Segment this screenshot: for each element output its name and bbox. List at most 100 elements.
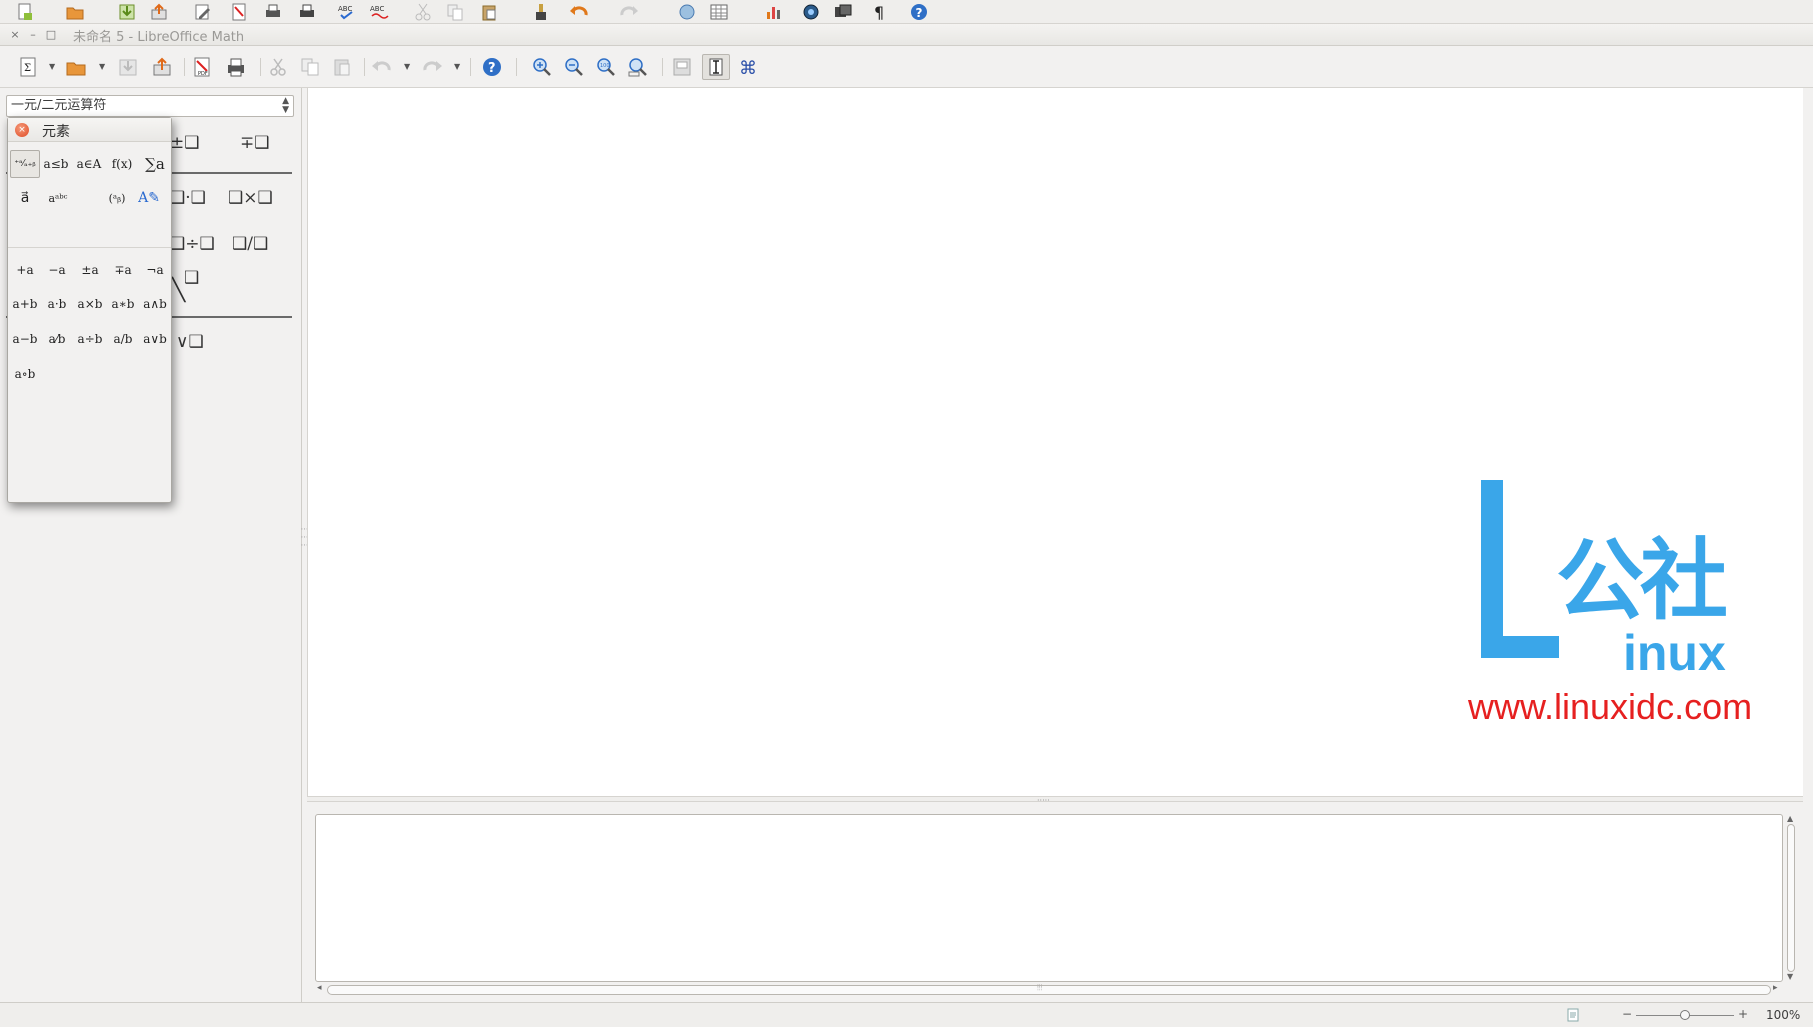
zoom-slider-thumb[interactable] — [1680, 1010, 1690, 1020]
help-icon[interactable]: ? — [906, 0, 932, 23]
print-icon[interactable] — [222, 54, 250, 80]
zoom-out-icon[interactable] — [560, 54, 588, 80]
horizontal-scroll-track[interactable] — [327, 985, 1771, 995]
operator-backslash[interactable]: ╲ — [172, 278, 185, 303]
category-select[interactable]: 一元/二元运算符 ▲ ▼ — [6, 95, 294, 117]
zoom-in-icon[interactable] — [528, 54, 556, 80]
redo-icon[interactable] — [418, 54, 446, 80]
minimize-window-button[interactable]: – — [26, 28, 40, 42]
spellcheck-icon[interactable]: ABC — [334, 0, 360, 23]
category-formats[interactable]: A✎ — [134, 184, 164, 212]
gallery-icon[interactable] — [830, 0, 856, 23]
category-others[interactable]: aᵃᵇᶜ — [43, 184, 73, 212]
save-icon[interactable] — [114, 0, 140, 23]
help-icon[interactable]: ? — [478, 54, 506, 80]
open-folder-icon[interactable] — [62, 0, 88, 23]
zoom-in-button[interactable]: + — [1738, 1007, 1748, 1021]
category-brackets[interactable]: (ᵃᵦ) — [102, 184, 132, 212]
horizontal-scrollbar[interactable]: ◂ ⦙⦙⦙ ▸ — [315, 983, 1783, 997]
undo-icon[interactable] — [368, 54, 396, 80]
close-window-button[interactable]: × — [8, 28, 22, 42]
operator-placeholder[interactable]: ❑ — [184, 268, 199, 288]
scroll-up-icon[interactable]: ▲ — [1787, 814, 1793, 823]
element-plus-minus[interactable]: ±a — [75, 259, 105, 281]
copy-icon[interactable] — [296, 54, 324, 80]
redo-icon[interactable] — [616, 0, 642, 23]
paste-icon[interactable] — [328, 54, 356, 80]
element-division[interactable]: a÷b — [75, 328, 105, 350]
formula-cursor-icon[interactable] — [702, 54, 730, 80]
element-negative[interactable]: −a — [42, 259, 72, 281]
new-doc-icon[interactable] — [12, 0, 38, 23]
element-minus-plus[interactable]: ∓a — [108, 259, 138, 281]
element-concatenate[interactable]: a∘b — [10, 363, 40, 385]
operator-cdot[interactable]: ❑·❑ — [170, 188, 206, 208]
export-pdf-icon[interactable]: PDF — [188, 54, 216, 80]
export-icon[interactable] — [146, 0, 172, 23]
paste-icon[interactable] — [476, 0, 502, 23]
cut-icon[interactable] — [410, 0, 436, 23]
cut-icon[interactable] — [264, 54, 292, 80]
copy-icon[interactable] — [442, 0, 468, 23]
hyperlink-icon[interactable] — [674, 0, 700, 23]
window-splitter[interactable]: ····· — [307, 796, 1803, 805]
element-fraction[interactable]: a⁄b — [42, 328, 72, 350]
operator-or[interactable]: ∨❑ — [176, 332, 204, 352]
element-dot-product[interactable]: a·b — [42, 293, 72, 315]
zoom-100-icon[interactable]: 100 — [592, 54, 620, 80]
show-all-icon[interactable] — [624, 54, 652, 80]
clone-formatting-icon[interactable] — [528, 0, 554, 23]
formula-preview-area[interactable]: 公社 inux www.linuxidc.com — [307, 88, 1803, 796]
operator-plus-minus[interactable]: ±❑ — [170, 133, 199, 153]
save-icon[interactable] — [114, 54, 142, 80]
open-dropdown-arrow[interactable]: ▼ — [99, 62, 107, 71]
document-modified-icon[interactable] — [1566, 1008, 1580, 1022]
formula-command-input[interactable] — [315, 814, 1783, 982]
element-not[interactable]: ¬a — [140, 259, 170, 281]
vertical-scroll-track[interactable] — [1787, 824, 1795, 972]
category-relations[interactable]: a≤b — [41, 150, 71, 178]
formatting-marks-icon[interactable]: ¶ — [866, 0, 892, 23]
scroll-down-icon[interactable]: ▼ — [1787, 972, 1793, 981]
symbols-icon[interactable]: ⌘ — [734, 54, 762, 80]
undo-icon[interactable] — [566, 0, 592, 23]
maximize-window-button[interactable]: □ — [44, 28, 58, 42]
scroll-right-icon[interactable]: ▸ — [1773, 983, 1778, 993]
export-icon[interactable] — [148, 54, 176, 80]
open-icon[interactable] — [62, 54, 90, 80]
update-icon[interactable] — [668, 54, 696, 80]
dialog-titlebar[interactable]: × 元素 — [8, 118, 171, 142]
close-icon[interactable]: × — [15, 123, 29, 137]
operator-div[interactable]: ❑÷❑ — [170, 234, 215, 254]
zoom-level[interactable]: 100% — [1766, 1008, 1800, 1022]
element-asterisk[interactable]: a∗b — [108, 293, 138, 315]
navigator-icon[interactable] — [798, 0, 824, 23]
undo-dropdown-arrow[interactable]: ▼ — [404, 62, 412, 71]
table-icon[interactable] — [706, 0, 732, 23]
print-icon[interactable] — [260, 0, 286, 23]
zoom-out-button[interactable]: − — [1622, 1007, 1632, 1021]
autocheck-icon[interactable]: ABC — [366, 0, 392, 23]
element-positive[interactable]: +a — [10, 259, 40, 281]
operator-times[interactable]: ❑×❑ — [228, 188, 273, 208]
element-boolean-or[interactable]: a∨b — [140, 328, 170, 350]
operator-minus-plus[interactable]: ∓❑ — [240, 133, 269, 153]
element-slash[interactable]: a/b — [108, 328, 138, 350]
category-attributes[interactable]: a⃗ — [10, 184, 40, 212]
redo-dropdown-arrow[interactable]: ▼ — [454, 62, 462, 71]
element-addition[interactable]: a+b — [10, 293, 40, 315]
hscroll-grip-icon[interactable]: ⦙⦙⦙ — [1037, 983, 1042, 993]
print-preview-icon[interactable] — [294, 0, 320, 23]
category-set-operations[interactable]: a∈A — [74, 150, 104, 178]
operator-slash[interactable]: ❑/❑ — [232, 234, 268, 254]
category-unary-binary-operators[interactable]: ⁺ᵃ⁄ₐ₊ᵦ — [10, 150, 40, 178]
new-formula-icon[interactable]: Σ — [14, 54, 42, 80]
element-boolean-and[interactable]: a∧b — [140, 293, 170, 315]
element-multiplication[interactable]: a×b — [75, 293, 105, 315]
edit-icon[interactable] — [190, 0, 216, 23]
vertical-scrollbar[interactable]: ▲ ▼ — [1783, 814, 1799, 982]
category-operators[interactable]: ∑a — [140, 150, 170, 178]
element-subtraction[interactable]: a−b — [10, 328, 40, 350]
new-dropdown-arrow[interactable]: ▼ — [49, 62, 57, 71]
scroll-left-icon[interactable]: ◂ — [317, 983, 322, 993]
